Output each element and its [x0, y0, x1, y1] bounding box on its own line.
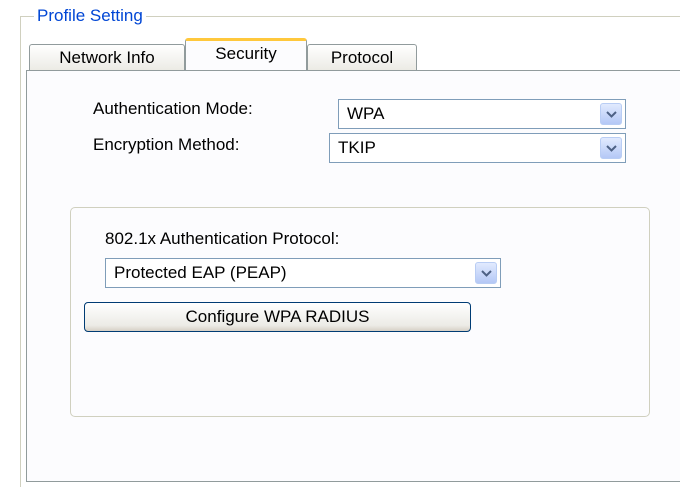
- chevron-down-icon[interactable]: [475, 262, 497, 284]
- authentication-protocol-select[interactable]: Protected EAP (PEAP): [105, 258, 501, 288]
- tab-security[interactable]: Security: [185, 38, 307, 70]
- chevron-down-icon[interactable]: [600, 137, 622, 159]
- encryption-method-label: Encryption Method:: [93, 135, 240, 154]
- groupbox-title: Profile Setting: [34, 6, 146, 26]
- authentication-protocol-value: Protected EAP (PEAP): [114, 263, 287, 282]
- encryption-method-select[interactable]: TKIP: [329, 133, 626, 163]
- security-panel: Authentication Mode: WPA Encryption Meth…: [26, 70, 680, 482]
- authentication-mode-value: WPA: [347, 104, 385, 123]
- authentication-mode-select[interactable]: WPA: [338, 99, 626, 129]
- tab-strip: Network Info Security Protocol: [27, 36, 427, 70]
- tab-protocol[interactable]: Protocol: [307, 44, 417, 70]
- tab-network-info[interactable]: Network Info: [29, 44, 185, 70]
- chevron-down-icon[interactable]: [600, 103, 622, 125]
- authentication-mode-label: Authentication Mode:: [93, 99, 253, 118]
- configure-wpa-radius-button[interactable]: Configure WPA RADIUS: [84, 302, 471, 332]
- authentication-protocol-label: 802.1x Authentication Protocol:: [105, 229, 340, 248]
- encryption-method-value: TKIP: [338, 138, 376, 157]
